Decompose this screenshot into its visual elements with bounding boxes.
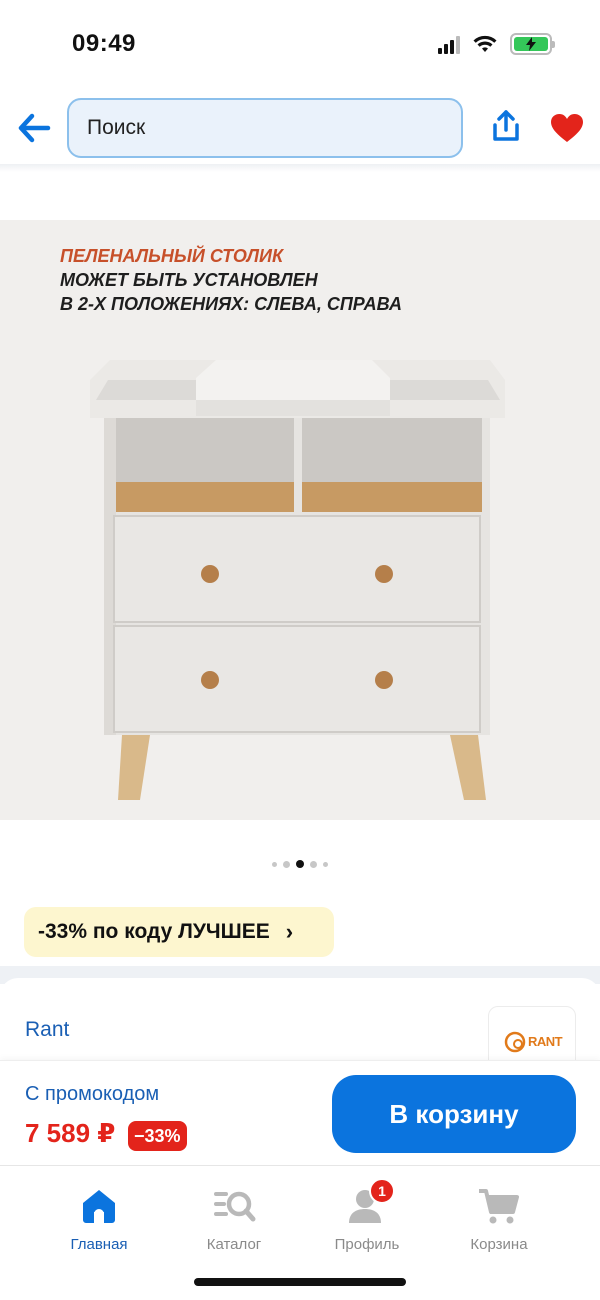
wifi-icon [473,35,497,52]
promo-text: -33% по коду ЛУЧШЕЕ [38,920,270,943]
home-icon [83,1190,115,1223]
tab-cart[interactable]: Корзина [444,1184,554,1253]
home-indicator [194,1278,406,1286]
cart-icon [479,1189,519,1224]
top-navigation: Поиск [0,96,600,162]
chevron-right-icon: › [285,919,294,944]
share-icon [493,110,519,141]
catalog-icon [214,1191,256,1222]
tab-home-label: Главная [70,1236,128,1253]
product-image-carousel[interactable]: ПЕЛЕНАЛЬНЫЙ СТОЛИК МОЖЕТ БЫТЬ УСТАНОВЛЕН… [0,220,600,820]
brand-logo-text: RANT [527,1033,563,1049]
carousel-indicator [0,860,600,868]
search-placeholder: Поиск [87,116,146,139]
search-input[interactable]: Поиск [67,98,463,158]
cellular-signal-icon [438,34,460,54]
tab-home[interactable]: Главная [44,1184,154,1253]
back-button[interactable] [16,110,52,146]
tab-catalog[interactable]: Каталог [179,1184,289,1253]
tab-cart-label: Корзина [470,1236,528,1253]
header-divider [0,164,600,172]
back-arrow-icon [18,113,51,143]
discount-badge: −33% [128,1121,187,1151]
carousel-dot-active [296,860,304,868]
brand-name-link[interactable]: Rant [25,1018,69,1042]
carousel-dot [310,860,317,868]
brand-logo-icon [504,1031,526,1053]
carousel-dot [323,861,328,867]
tab-catalog-label: Каталог [206,1236,262,1253]
status-icons [438,33,555,55]
promo-code-chip[interactable]: -33% по коду ЛУЧШЕЕ › [24,907,334,957]
price: 7 589 ₽ [25,1118,116,1148]
status-bar: 09:49 [0,0,600,90]
carousel-dot [272,861,277,867]
battery-icon [510,33,555,55]
tab-profile[interactable]: 1 Профиль [312,1178,422,1253]
tab-profile-label: Профиль [334,1236,400,1253]
heart-icon [551,114,583,142]
carousel-dot [283,860,290,868]
profile-notification-badge: 1 [369,1178,395,1204]
promo-price-label: С промокодом [25,1083,160,1105]
share-button[interactable] [488,108,524,144]
changing-table-dresser-image [90,360,505,800]
favorite-button[interactable] [548,110,586,146]
add-to-cart-button[interactable]: В корзину [332,1075,576,1153]
buy-bar: С промокодом 7 589 ₽ −33% В корзину [0,1060,600,1165]
status-time: 09:49 [72,30,136,57]
